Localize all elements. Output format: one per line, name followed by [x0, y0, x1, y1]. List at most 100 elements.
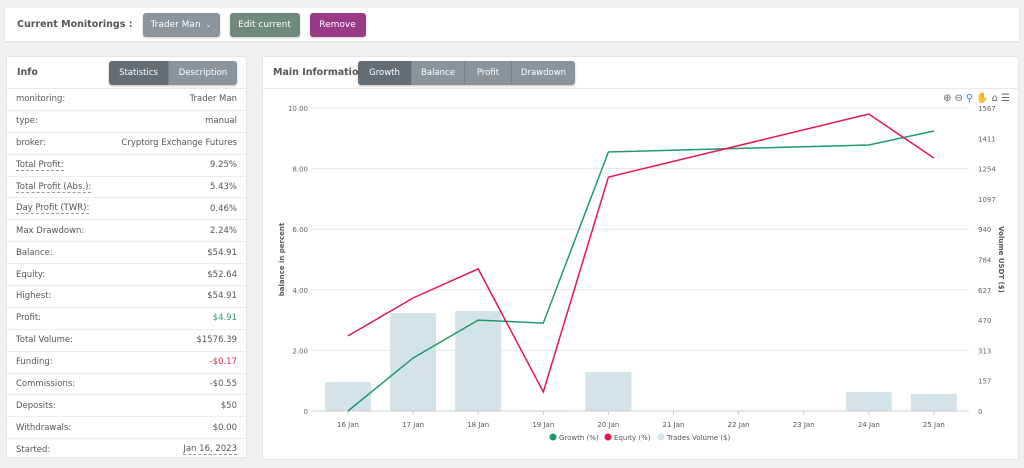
- y-tick-label: 10.00: [288, 105, 308, 113]
- x-tick-label: 22 Jan: [728, 421, 750, 429]
- legend-item: Equity (%): [614, 434, 651, 442]
- monitoring-toolbar: Current Monitorings : Trader Man ⌄ Edit c…: [5, 8, 1019, 41]
- info-table: monitoring: Trader Man type: manual broker: C…: [7, 89, 246, 462]
- info-row-label: Deposits:: [16, 400, 56, 411]
- info-title: Info: [17, 67, 38, 78]
- info-row-value: $54.91: [207, 247, 237, 258]
- info-row-value: $54.91: [207, 291, 237, 302]
- y-axis-title: balance in percent: [278, 222, 286, 296]
- volume-bar: [325, 381, 371, 411]
- info-row: Deposits: $50: [7, 395, 246, 418]
- y-tick-label: 2.00: [292, 347, 308, 355]
- tab-description[interactable]: Description: [168, 61, 237, 85]
- info-row: Day Profit (TWR): 0.46%: [7, 198, 246, 221]
- volume-bar: [910, 393, 957, 411]
- info-row-label: Balance:: [16, 247, 53, 258]
- info-row: Equity: $52.64: [7, 264, 246, 287]
- info-row-label: type:: [16, 116, 38, 127]
- y-right-tick-label: 1411: [978, 135, 996, 143]
- info-row-label: Equity:: [16, 269, 46, 280]
- info-row-value: $50: [220, 400, 237, 411]
- info-row-value: $0.00: [212, 422, 237, 433]
- legend-marker: [604, 433, 612, 441]
- x-tick-label: 17 Jan: [402, 421, 424, 429]
- info-row-value: -$0.17: [209, 357, 237, 368]
- info-header: Info Statistics Description: [7, 57, 246, 89]
- volume-bar: [455, 311, 502, 411]
- info-row-value: 2.24%: [209, 225, 237, 236]
- legend-marker: [657, 433, 665, 441]
- info-row-label: Funding:: [16, 357, 53, 368]
- info-row: Highest: $54.91: [7, 286, 246, 308]
- info-row: broker: Cryptorg Exchange Futures: [7, 133, 246, 155]
- current-monitorings-label: Current Monitorings :: [17, 19, 133, 30]
- info-row-label: Withdrawals:: [16, 422, 72, 433]
- remove-button[interactable]: Remove: [309, 12, 366, 37]
- info-row-label: Started:: [16, 444, 51, 455]
- info-row: Withdrawals: $0.00: [7, 417, 246, 440]
- tab-growth[interactable]: Growth: [358, 61, 411, 85]
- info-row: Total Profit (Abs.): 5.43%: [7, 177, 246, 199]
- info-row-label: Total Profit:: [16, 159, 64, 171]
- info-row-label: Highest:: [16, 291, 52, 302]
- info-row-label: Total Volume:: [16, 335, 74, 346]
- x-tick-label: 23 Jan: [793, 421, 815, 429]
- x-tick-label: 21 Jan: [663, 421, 685, 429]
- y-right-tick-label: 1254: [978, 166, 996, 174]
- monitoring-select-value: Trader Man: [150, 19, 201, 30]
- y-right-tick-label: 0: [978, 408, 982, 416]
- info-row: Funding: -$0.17: [7, 352, 246, 374]
- info-tabs: Statistics Description: [109, 61, 237, 85]
- chevron-down-icon: ⌄: [205, 20, 212, 29]
- info-row-label: monitoring:: [16, 94, 66, 105]
- y-tick-label: 6.00: [292, 226, 308, 234]
- x-tick-label: 24 Jan: [858, 421, 880, 429]
- info-row: Balance: $54.91: [7, 242, 246, 265]
- volume-bar: [845, 392, 892, 411]
- legend-item: Growth (%): [559, 434, 599, 442]
- legend-marker: [549, 433, 557, 441]
- info-row: monitoring: Trader Man: [7, 89, 246, 111]
- tab-balance[interactable]: Balance: [411, 61, 464, 85]
- volume-bar: [390, 312, 437, 411]
- info-row-value: Trader Man: [189, 94, 237, 105]
- y-right-tick-label: 784: [978, 257, 992, 265]
- monitoring-select[interactable]: Trader Man ⌄: [142, 12, 220, 37]
- tab-drawdown[interactable]: Drawdown: [511, 61, 575, 85]
- x-tick-label: 20 Jan: [597, 421, 619, 429]
- tab-profit[interactable]: Profit: [464, 61, 511, 85]
- info-row-value: Cryptorg Exchange Futures: [121, 138, 237, 149]
- x-tick-label: 25 Jan: [923, 421, 945, 429]
- info-row: Max Drawdown: 2.24%: [7, 220, 246, 243]
- main-tabs: Growth Balance Profit Drawdown: [358, 61, 575, 85]
- info-row-label: Profit:: [16, 313, 42, 324]
- y-tick-label: 4.00: [292, 287, 308, 295]
- info-row-value: $4.91: [212, 313, 237, 324]
- info-row-value: $1576.39: [196, 335, 237, 346]
- main-title: Main Information: [273, 67, 366, 78]
- info-row-value: 9.25%: [209, 160, 237, 171]
- y-right-tick-label: 940: [978, 226, 991, 234]
- info-row-value: -$0.55: [209, 379, 237, 390]
- info-row: Total Profit: 9.25%: [7, 155, 246, 177]
- info-row-label: Total Profit (Abs.):: [16, 181, 92, 193]
- y-tick-label: 8.00: [292, 166, 308, 174]
- info-row: Total Volume: $1576.39: [7, 330, 246, 352]
- y-right-tick-label: 627: [978, 287, 991, 295]
- x-tick-label: 16 Jan: [337, 421, 359, 429]
- y-right-tick-label: 313: [978, 347, 991, 355]
- y-right-axis-title: Volume USDT ($): [997, 226, 1005, 293]
- info-row-value: 0.46%: [209, 203, 237, 214]
- volume-bar: [585, 371, 632, 411]
- info-row: type: manual: [7, 111, 246, 133]
- tab-statistics[interactable]: Statistics: [109, 61, 168, 85]
- y-right-tick-label: 1097: [978, 196, 996, 204]
- main-header: Main Information Growth Balance Profit D…: [263, 57, 1018, 89]
- info-row-label: Day Profit (TWR):: [16, 203, 90, 215]
- info-row: Profit: $4.91: [7, 308, 246, 330]
- y-tick-label: 0: [304, 408, 308, 416]
- x-tick-label: 18 Jan: [467, 421, 489, 429]
- y-right-tick-label: 1567: [978, 105, 996, 113]
- edit-current-button[interactable]: Edit current: [229, 12, 300, 37]
- info-row-value: $52.64: [207, 269, 237, 280]
